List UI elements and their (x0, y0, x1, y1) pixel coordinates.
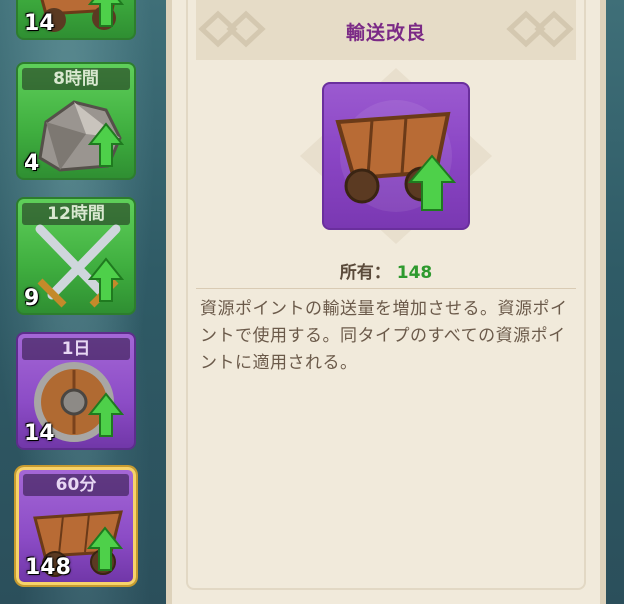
owned-label: 所有： (339, 263, 391, 283)
item-timer: 12時間 (22, 203, 130, 225)
item-card-cart-green[interactable]: 14 (16, 0, 136, 40)
right-ornament-icon (506, 10, 574, 48)
item-description: 資源ポイントの輸送量を増加させる。資源ポイントで使用する。同タイプのすべての資源… (200, 299, 568, 373)
item-card-shield[interactable]: 1日 14 (16, 332, 136, 450)
divider (196, 288, 576, 289)
panel-header: 輸送改良 (196, 0, 576, 60)
item-count: 148 (25, 555, 71, 580)
item-count: 9 (24, 286, 40, 311)
owned-value: 148 (396, 263, 433, 283)
item-timer: 1日 (22, 338, 130, 360)
item-timer: 8時間 (22, 68, 130, 90)
owned-count: 所有： 148 (172, 258, 600, 283)
item-card-swords[interactable]: 12時間 9 (16, 197, 136, 315)
item-count: 14 (24, 11, 55, 36)
item-card-cart-selected[interactable]: 60分 148 (16, 467, 136, 585)
cart-icon (335, 100, 457, 212)
up-arrow-icon (88, 392, 124, 437)
item-count: 4 (24, 151, 40, 176)
item-preview (322, 82, 470, 230)
item-card-stone[interactable]: 8時間 4 (16, 62, 136, 180)
up-arrow-icon (88, 122, 124, 167)
item-list[interactable]: 14 8時間 4 12時間 9 1日 14 60分 148 (0, 0, 160, 604)
up-arrow-icon (87, 526, 123, 571)
item-timer: 60分 (23, 474, 129, 496)
item-count: 14 (24, 421, 55, 446)
up-arrow-icon (88, 0, 124, 27)
up-arrow-icon (88, 257, 124, 302)
item-detail-panel: 輸送改良 所有： 148 資源ポイントの輸送量を増加させる。資源ポイントで使用する… (166, 0, 606, 604)
